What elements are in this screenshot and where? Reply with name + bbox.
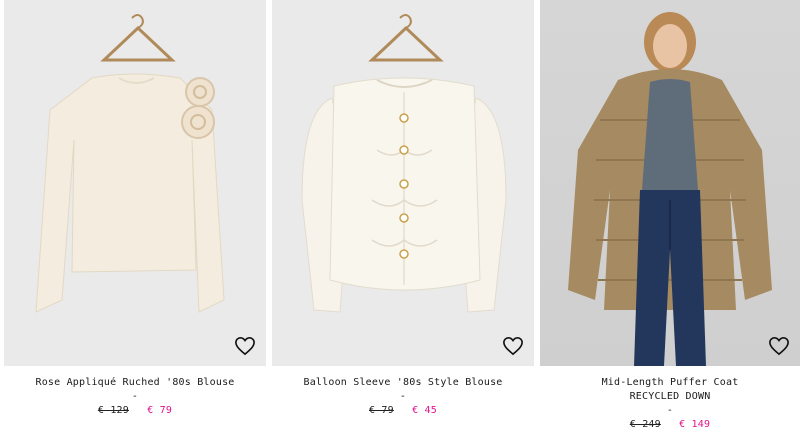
separator: -: [666, 405, 674, 416]
balloon-blouse-image: [301, 14, 507, 313]
product-info: Mid-Length Puffer Coat RECYCLED DOWN - €…: [540, 366, 800, 432]
product-image[interactable]: [540, 0, 800, 366]
old-price: € 79: [368, 405, 394, 416]
product-name[interactable]: Rose Appliqué Ruched '80s Blouse: [4, 376, 266, 390]
product-name[interactable]: Mid-Length Puffer Coat: [540, 376, 800, 390]
price-row: € 129 € 79: [4, 404, 266, 418]
heart-icon[interactable]: [502, 336, 524, 356]
sale-price: € 79: [147, 405, 173, 416]
product-card[interactable]: Rose Appliqué Ruched '80s Blouse - € 129…: [4, 0, 266, 438]
sale-price: € 149: [679, 419, 711, 430]
sale-price: € 45: [412, 405, 437, 416]
old-price: € 129: [97, 405, 129, 416]
price-row: € 79 € 45: [272, 404, 534, 418]
product-grid: Rose Appliqué Ruched '80s Blouse - € 129…: [0, 0, 800, 438]
old-price: € 249: [629, 419, 661, 430]
separator: -: [131, 391, 139, 402]
rose-blouse-image: [35, 14, 225, 313]
product-subtitle: RECYCLED DOWN: [629, 391, 711, 402]
puffer-coat-image: [568, 12, 772, 366]
product-card[interactable]: Mid-Length Puffer Coat RECYCLED DOWN - €…: [540, 0, 800, 438]
product-name[interactable]: Balloon Sleeve '80s Style Blouse: [272, 376, 534, 390]
product-image[interactable]: [272, 0, 534, 366]
product-card[interactable]: Balloon Sleeve '80s Style Blouse - € 79 …: [272, 0, 534, 438]
heart-icon[interactable]: [234, 336, 256, 356]
heart-icon[interactable]: [768, 336, 790, 356]
product-info: Rose Appliqué Ruched '80s Blouse - € 129…: [4, 366, 266, 418]
product-image[interactable]: [4, 0, 266, 366]
product-info: Balloon Sleeve '80s Style Blouse - € 79 …: [272, 366, 534, 418]
separator: -: [399, 391, 407, 402]
price-row: € 249 € 149: [540, 418, 800, 432]
